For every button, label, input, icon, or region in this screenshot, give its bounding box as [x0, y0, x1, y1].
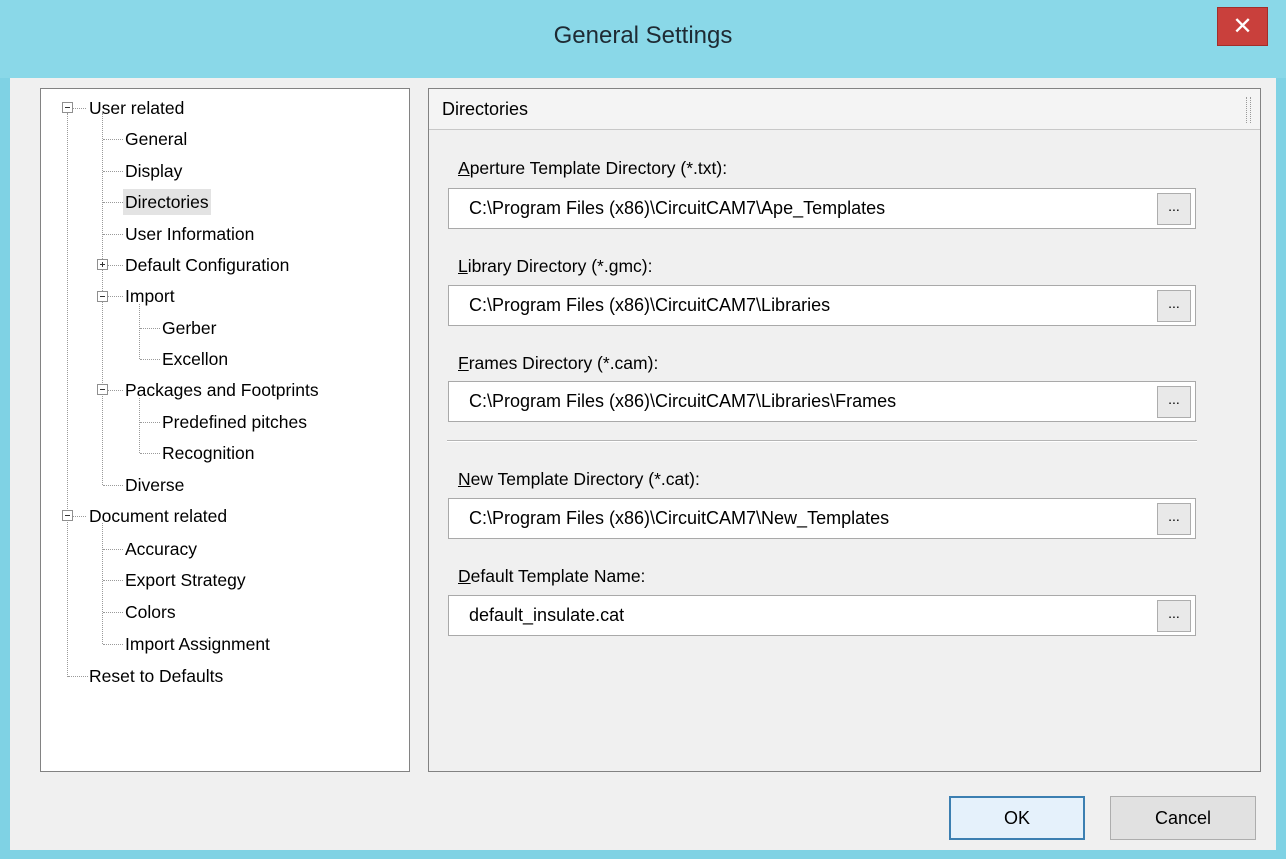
- label-mnemonic: F: [458, 353, 469, 373]
- cancel-button[interactable]: Cancel: [1110, 796, 1256, 840]
- tree-item-export-strategy[interactable]: Export Strategy: [123, 567, 248, 593]
- frames-directory-input[interactable]: [448, 381, 1196, 422]
- collapse-icon[interactable]: [97, 384, 108, 395]
- tree-item-predefined-pitches[interactable]: Predefined pitches: [160, 409, 309, 435]
- library-directory-browse-button[interactable]: ...: [1157, 290, 1191, 322]
- tree-connector: [108, 296, 123, 297]
- tree-connector: [103, 234, 123, 235]
- panel-title: Directories: [442, 99, 529, 119]
- label-text: ibrary Directory (*.gmc):: [467, 256, 653, 276]
- library-directory-label: Library Directory (*.gmc):: [458, 256, 652, 277]
- tree-connector: [140, 359, 160, 360]
- tree-connector: [103, 612, 123, 613]
- tree-item-reset-to-defaults[interactable]: Reset to Defaults: [87, 663, 225, 689]
- tree-connector: [140, 453, 160, 454]
- new-template-directory-label: New Template Directory (*.cat):: [458, 469, 700, 490]
- tree-connector: [73, 516, 86, 517]
- label-mnemonic: D: [458, 566, 471, 586]
- tree-connector: [103, 644, 123, 645]
- tree-item-general[interactable]: General: [123, 126, 189, 152]
- tree-item-import-assignment[interactable]: Import Assignment: [123, 631, 272, 657]
- tree-connector: [108, 390, 123, 391]
- tree-connector: [103, 202, 123, 203]
- new-template-directory-browse-button[interactable]: ...: [1157, 503, 1191, 535]
- collapse-icon[interactable]: [62, 510, 73, 521]
- window-title: General Settings: [553, 22, 733, 49]
- tree-item-import[interactable]: Import: [123, 283, 177, 309]
- close-button[interactable]: ✕: [1217, 7, 1268, 46]
- label-text: ew Template Directory (*.cat):: [470, 469, 700, 489]
- collapse-icon[interactable]: [97, 291, 108, 302]
- tree-connector: [102, 523, 103, 644]
- tree-connector: [139, 398, 140, 453]
- collapse-icon[interactable]: [62, 102, 73, 113]
- library-directory-input[interactable]: [448, 285, 1196, 326]
- tree-item-document-related[interactable]: Document related: [87, 503, 229, 529]
- expand-icon[interactable]: [97, 259, 108, 270]
- label-text: rames Directory (*.cam):: [468, 353, 659, 373]
- grip-icon: [1246, 97, 1251, 123]
- label-text: perture Template Directory (*.txt):: [469, 158, 728, 178]
- aperture-directory-input[interactable]: [448, 188, 1196, 229]
- tree-connector: [103, 139, 123, 140]
- tree-connector: [108, 265, 123, 266]
- tree-item-user-information[interactable]: User Information: [123, 221, 256, 247]
- tree-connector: [140, 422, 160, 423]
- label-mnemonic: L: [458, 256, 468, 276]
- dialog-window: General Settings ✕ User related General …: [0, 0, 1286, 859]
- tree-item-directories[interactable]: Directories: [123, 189, 211, 215]
- tree-item-default-configuration[interactable]: Default Configuration: [123, 252, 291, 278]
- default-template-name-browse-button[interactable]: ...: [1157, 600, 1191, 632]
- title-bar[interactable]: General Settings ✕: [0, 0, 1286, 78]
- tree-item-gerber[interactable]: Gerber: [160, 315, 218, 341]
- label-text: efault Template Name:: [470, 566, 646, 586]
- tree-connector: [103, 580, 123, 581]
- tree-item-display[interactable]: Display: [123, 158, 184, 184]
- tree-connector: [73, 108, 86, 109]
- aperture-directory-label: Aperture Template Directory (*.txt):: [458, 158, 727, 179]
- tree-item-accuracy[interactable]: Accuracy: [123, 536, 199, 562]
- tree-item-packages-and-footprints[interactable]: Packages and Footprints: [123, 377, 321, 403]
- default-template-name-label: Default Template Name:: [458, 566, 645, 587]
- section-divider: [447, 440, 1197, 442]
- tree-item-diverse[interactable]: Diverse: [123, 472, 186, 498]
- default-template-name-input[interactable]: [448, 595, 1196, 636]
- tree-item-user-related[interactable]: User related: [87, 95, 186, 121]
- tree-connector: [67, 113, 68, 677]
- tree-connector: [68, 676, 88, 677]
- ok-button[interactable]: OK: [949, 796, 1085, 840]
- aperture-directory-browse-button[interactable]: ...: [1157, 193, 1191, 225]
- panel-header: Directories: [429, 89, 1260, 130]
- tree-connector: [140, 328, 160, 329]
- close-icon: ✕: [1232, 12, 1253, 40]
- label-mnemonic: N: [458, 469, 471, 489]
- tree-connector: [103, 171, 123, 172]
- tree-connector: [103, 485, 123, 486]
- label-mnemonic: A: [458, 158, 470, 178]
- tree-item-recognition[interactable]: Recognition: [160, 440, 256, 466]
- new-template-directory-input[interactable]: [448, 498, 1196, 539]
- tree-connector: [139, 304, 140, 359]
- tree-connector: [103, 549, 123, 550]
- frames-directory-browse-button[interactable]: ...: [1157, 386, 1191, 418]
- frames-directory-label: Frames Directory (*.cam):: [458, 353, 658, 374]
- tree-item-excellon[interactable]: Excellon: [160, 346, 230, 372]
- settings-tree[interactable]: User related General Display Directories…: [40, 88, 410, 772]
- tree-item-colors[interactable]: Colors: [123, 599, 178, 625]
